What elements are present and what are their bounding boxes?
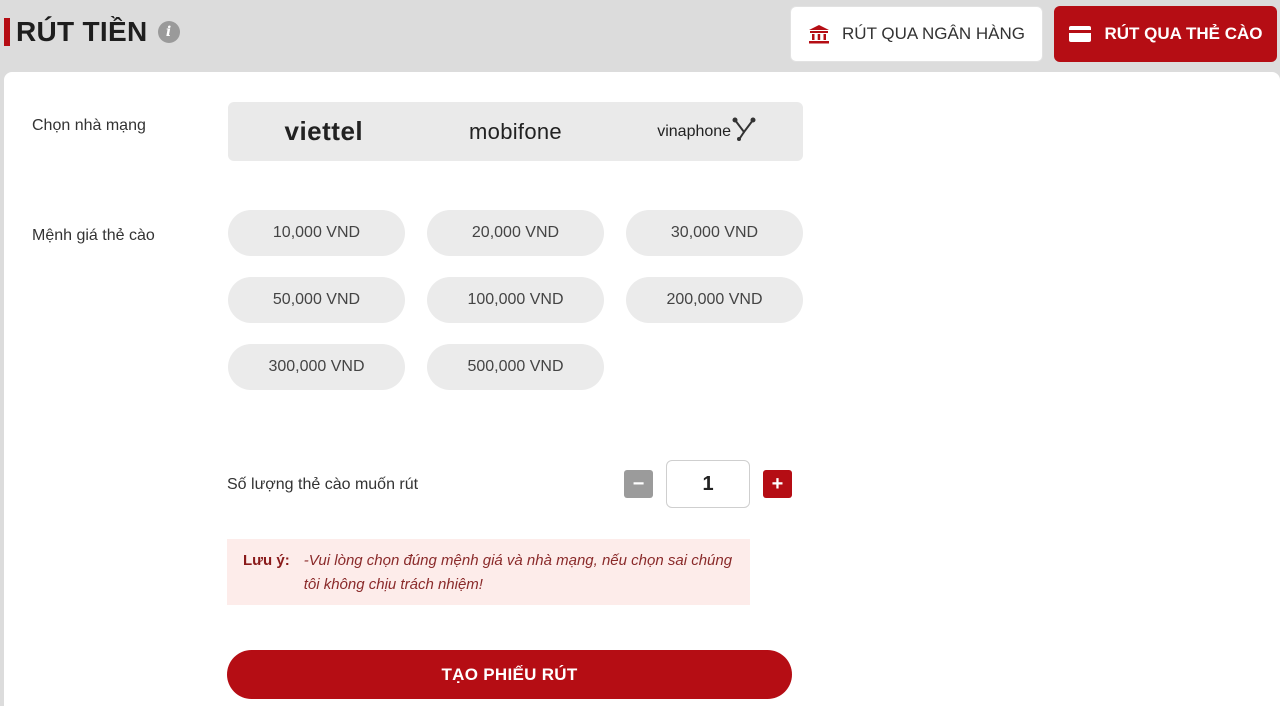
- quantity-label: Số lượng thẻ cào muốn rút: [227, 476, 419, 493]
- quantity-input[interactable]: [666, 460, 750, 508]
- viettel-logo-text: viettel: [284, 116, 364, 146]
- network-selector: viettel mobifone vinaphone: [228, 102, 803, 161]
- tab-withdraw-card[interactable]: RÚT QUA THẺ CÀO: [1054, 6, 1277, 62]
- tab-withdraw-card-label: RÚT QUA THẺ CÀO: [1104, 24, 1263, 43]
- denomination-option[interactable]: 100,000 VND: [427, 277, 604, 323]
- network-mobifone[interactable]: mobifone: [425, 102, 605, 161]
- mobifone-logo-text: mobifone: [469, 118, 562, 144]
- tab-withdraw-bank[interactable]: RÚT QUA NGÂN HÀNG: [790, 6, 1043, 62]
- denomination-option[interactable]: 30,000 VND: [626, 210, 803, 256]
- denomination-option[interactable]: 50,000 VND: [228, 277, 405, 323]
- network-vinaphone[interactable]: vinaphone: [617, 102, 797, 161]
- withdraw-card-panel: Chọn nhà mạng viettel mobifone vinaphone…: [4, 72, 1280, 706]
- denomination-option[interactable]: 200,000 VND: [626, 277, 803, 323]
- tab-withdraw-bank-label: RÚT QUA NGÂN HÀNG: [842, 24, 1025, 43]
- quantity-increase-button[interactable]: +: [763, 470, 792, 498]
- vinaphone-logo-text: vinaphone: [657, 122, 732, 140]
- notice-text: -Vui lòng chọn đúng mệnh giá và nhà mạng…: [303, 552, 733, 593]
- denomination-option[interactable]: 20,000 VND: [427, 210, 604, 256]
- denomination-option[interactable]: 300,000 VND: [228, 344, 405, 390]
- quantity-decrease-button[interactable]: −: [624, 470, 653, 498]
- credit-card-icon: [1068, 25, 1092, 43]
- denomination-option[interactable]: 10,000 VND: [228, 210, 405, 256]
- denomination-option[interactable]: 500,000 VND: [427, 344, 604, 390]
- create-withdrawal-button[interactable]: TẠO PHIẾU RÚT: [227, 650, 792, 699]
- network-viettel[interactable]: viettel: [234, 102, 414, 161]
- top-bar: RÚT TIỀN i RÚT QUA NGÂN HÀNG RÚT QUA THẺ…: [0, 0, 1280, 70]
- denomination-grid: 10,000 VND 20,000 VND 30,000 VND 50,000 …: [228, 210, 804, 390]
- bank-icon: [808, 24, 830, 44]
- notice-label: Lưu ý:: [243, 552, 290, 569]
- network-label: Chọn nhà mạng: [32, 117, 146, 134]
- page-title: RÚT TIỀN: [16, 16, 148, 47]
- title-accent-bar: [4, 18, 10, 46]
- notice-box: Lưu ý: -Vui lòng chọn đúng mệnh giá và n…: [227, 539, 750, 605]
- vinaphone-logo-icon: [731, 116, 757, 147]
- info-icon[interactable]: i: [157, 21, 180, 43]
- denomination-label: Mệnh giá thẻ cào: [32, 227, 155, 244]
- page-header: RÚT TIỀN i: [4, 16, 180, 48]
